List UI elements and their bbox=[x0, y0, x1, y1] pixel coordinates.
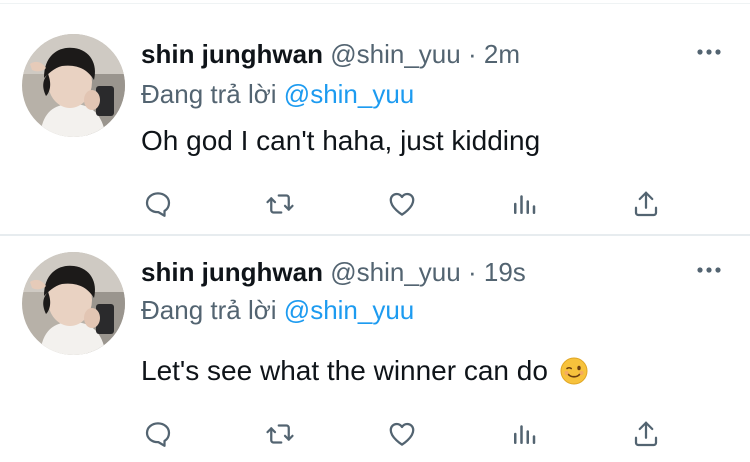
tweet-text: Oh god I can't haha, just kidding bbox=[141, 124, 540, 158]
share-icon[interactable] bbox=[626, 414, 666, 454]
replying-mention[interactable]: @shin_yuu bbox=[284, 79, 414, 109]
replying-to-line: Đang trả lời @shin_yuu bbox=[141, 294, 414, 326]
replying-prefix: Đang trả lời bbox=[141, 295, 277, 325]
tweet[interactable]: shin junghwan @shin_yuu · 19s Đang trả l… bbox=[0, 236, 750, 462]
tweet-header: shin junghwan @shin_yuu · 19s bbox=[141, 256, 526, 288]
separator-dot: · bbox=[467, 257, 477, 287]
timestamp[interactable]: 19s bbox=[484, 257, 526, 287]
tweet[interactable]: shin junghwan @shin_yuu · 2m Đang trả lờ… bbox=[0, 4, 750, 234]
display-name[interactable]: shin junghwan bbox=[141, 257, 323, 287]
avatar[interactable] bbox=[22, 34, 125, 137]
retweet-icon[interactable] bbox=[260, 184, 300, 224]
analytics-icon[interactable] bbox=[504, 414, 544, 454]
more-options-icon[interactable] bbox=[696, 44, 722, 60]
analytics-icon[interactable] bbox=[504, 184, 544, 224]
tweet-actions bbox=[0, 414, 750, 454]
replying-mention[interactable]: @shin_yuu bbox=[284, 295, 414, 325]
separator-dot: · bbox=[467, 39, 477, 69]
like-icon[interactable] bbox=[382, 414, 422, 454]
retweet-icon[interactable] bbox=[260, 414, 300, 454]
tweet-text-content: Oh god I can't haha, just kidding bbox=[141, 125, 541, 156]
username[interactable]: @shin_yuu bbox=[330, 257, 460, 287]
winking-face-emoji bbox=[560, 357, 588, 385]
tweet-actions bbox=[0, 184, 750, 224]
display-name[interactable]: shin junghwan bbox=[141, 39, 323, 69]
reply-icon[interactable] bbox=[138, 414, 178, 454]
username[interactable]: @shin_yuu bbox=[330, 39, 460, 69]
share-icon[interactable] bbox=[626, 184, 666, 224]
replying-to-line: Đang trả lời @shin_yuu bbox=[141, 78, 414, 110]
tweet-text: Let's see what the winner can do bbox=[141, 354, 588, 388]
tweet-text-content: Let's see what the winner can do bbox=[141, 355, 548, 386]
avatar[interactable] bbox=[22, 252, 125, 355]
more-options-icon[interactable] bbox=[696, 262, 722, 278]
replying-prefix: Đang trả lời bbox=[141, 79, 277, 109]
like-icon[interactable] bbox=[382, 184, 422, 224]
reply-icon[interactable] bbox=[138, 184, 178, 224]
timestamp[interactable]: 2m bbox=[484, 39, 520, 69]
tweet-header: shin junghwan @shin_yuu · 2m bbox=[141, 38, 520, 70]
